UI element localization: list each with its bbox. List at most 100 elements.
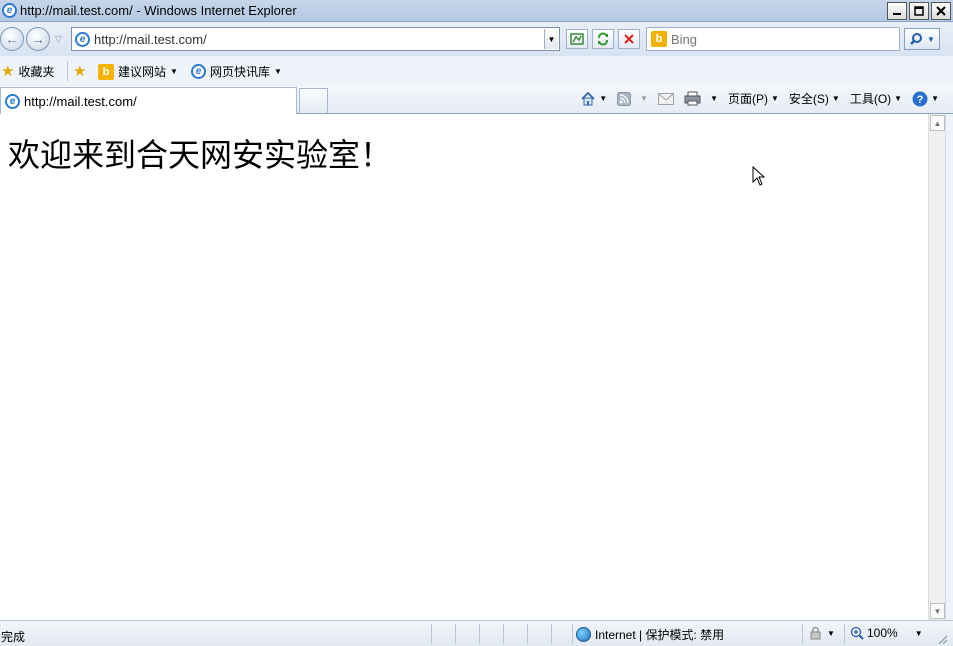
ie-logo-icon: e [2,3,17,18]
search-options-dropdown[interactable]: ▼ [927,35,935,44]
mouse-cursor-icon [752,166,766,186]
minimize-button[interactable] [887,2,907,20]
add-to-favorites-bar-button[interactable]: ★ [73,62,86,80]
status-panel [479,624,480,644]
tab-label: http://mail.test.com/ [24,93,137,109]
help-button[interactable]: ? ▼ [912,91,939,107]
stop-button[interactable] [618,29,640,49]
tools-menu-label: 工具(O) [849,92,892,106]
protected-mode-button[interactable]: ▼ [808,626,835,640]
bing-icon: b [98,63,114,80]
back-arrow-icon: ← [5,31,19,47]
svg-text:?: ? [917,94,924,106]
home-button[interactable]: ▼ [580,91,607,106]
status-panel [431,624,432,644]
print-button[interactable]: ▼ [684,91,718,106]
page-content: 欢迎来到合天网安实验室！ [0,114,928,620]
history-dropdown-button[interactable]: ▽ [55,34,62,45]
chevron-down-icon: ▼ [914,628,923,638]
suggested-sites-label: 建议网站 [118,65,167,79]
web-slice-gallery-label: 网页快讯库 [210,65,271,79]
navigation-bar: ← → ▽ e ▼ b ▼ [0,22,953,56]
chevron-down-icon: ▼ [827,628,835,638]
forward-button[interactable]: → [26,27,50,51]
chevron-down-icon: ▼ [770,94,779,103]
status-panel [802,624,803,644]
page-menu-button[interactable]: 页面(P) ▼ [728,90,779,107]
search-button[interactable]: ▼ [904,28,940,50]
status-panel [527,624,528,644]
favorites-label: 收藏夹 [18,64,55,79]
web-slice-gallery-link[interactable]: e 网页快讯库 ▼ [191,63,282,80]
suggested-sites-link[interactable]: b 建议网站 ▼ [98,63,178,80]
feeds-button[interactable]: ▼ [617,91,649,106]
mail-icon [658,92,675,105]
chevron-down-icon: ▼ [710,94,718,103]
chevron-down-icon: ▼ [274,67,282,76]
favorites-star-icon: ★ [1,63,15,80]
zoom-control[interactable]: 100% ▼ [850,626,923,640]
tab-bar: e http://mail.test.com/ ▼ ▼ ▼ 页面(P) ▼ 安全… [0,86,953,114]
page-ie-icon: e [75,31,90,47]
title-bar: e http://mail.test.com/ - Windows Intern… [0,0,953,22]
toolbar-divider [67,61,68,81]
bing-icon: b [651,31,667,47]
address-input[interactable] [94,31,534,47]
refresh-button[interactable] [592,29,614,49]
printer-icon [684,91,701,106]
address-field: e ▼ [71,27,560,51]
chevron-down-icon: ▼ [170,67,178,76]
stop-icon [624,34,634,44]
status-panel [572,624,573,644]
status-bar: 完成 Internet | 保护模式: 禁用 ▼ 100% ▼ [0,620,953,646]
status-panel [551,624,552,644]
refresh-icon [598,32,608,46]
back-button[interactable]: ← [0,27,24,51]
ie-page-icon: e [191,64,206,79]
help-icon: ? [912,91,928,106]
tab-mail-test[interactable]: e http://mail.test.com/ [0,87,297,114]
window-border [945,114,953,620]
address-dropdown-button[interactable]: ▼ [544,29,558,49]
tools-menu-button[interactable]: 工具(O) ▼ [850,90,902,107]
status-panel [503,624,504,644]
chevron-down-icon: ▼ [640,94,649,103]
vertical-scrollbar[interactable]: ▲ ▼ [928,114,945,620]
page-menu-label: 页面(P) [727,92,768,106]
zone-label: Internet | 保护模式: 禁用 [595,628,725,642]
compatibility-view-button[interactable] [566,29,588,49]
window-controls [887,2,951,20]
lock-gear-icon [810,626,821,640]
rss-feed-icon [617,91,632,106]
forward-arrow-icon: → [31,31,45,47]
maximize-button[interactable] [909,2,929,20]
resize-grip-icon[interactable] [936,633,948,645]
compatibility-icon [570,33,584,45]
chevron-down-icon: ▼ [599,94,608,103]
window-title: http://mail.test.com/ - Windows Internet… [20,3,297,18]
chevron-down-icon: ▼ [931,94,939,103]
internet-globe-icon [576,627,591,642]
search-icon [910,33,922,45]
scroll-up-button[interactable]: ▲ [930,115,945,131]
chevron-down-icon: ▼ [894,94,903,103]
search-input[interactable] [671,31,891,47]
chevron-down-icon: ▼ [831,94,840,103]
tab-ie-icon: e [5,93,20,109]
favorites-bar: ★ 收藏夹 ★ b 建议网站 ▼ e 网页快讯库 ▼ [0,56,953,86]
safety-menu-label: 安全(S) [788,92,829,106]
command-bar: ▼ ▼ ▼ 页面(P) ▼ 安全(S) ▼ 工具(O) ▼ ? ▼ [580,90,939,107]
safety-menu-button[interactable]: 安全(S) ▼ [789,90,840,107]
zoom-level: 100% [867,626,898,640]
status-panel [844,624,845,644]
status-text: 完成 [1,630,26,644]
favorites-button[interactable]: ★ 收藏夹 [1,62,54,80]
scroll-down-button[interactable]: ▼ [930,603,945,619]
zoom-icon [850,626,864,640]
add-favorite-icon: ★ [73,63,87,80]
security-zone[interactable]: Internet | 保护模式: 禁用 [576,626,724,643]
new-tab-button[interactable] [299,88,328,113]
read-mail-button[interactable] [658,92,675,105]
search-field: b [646,27,900,51]
close-button[interactable] [931,2,951,20]
